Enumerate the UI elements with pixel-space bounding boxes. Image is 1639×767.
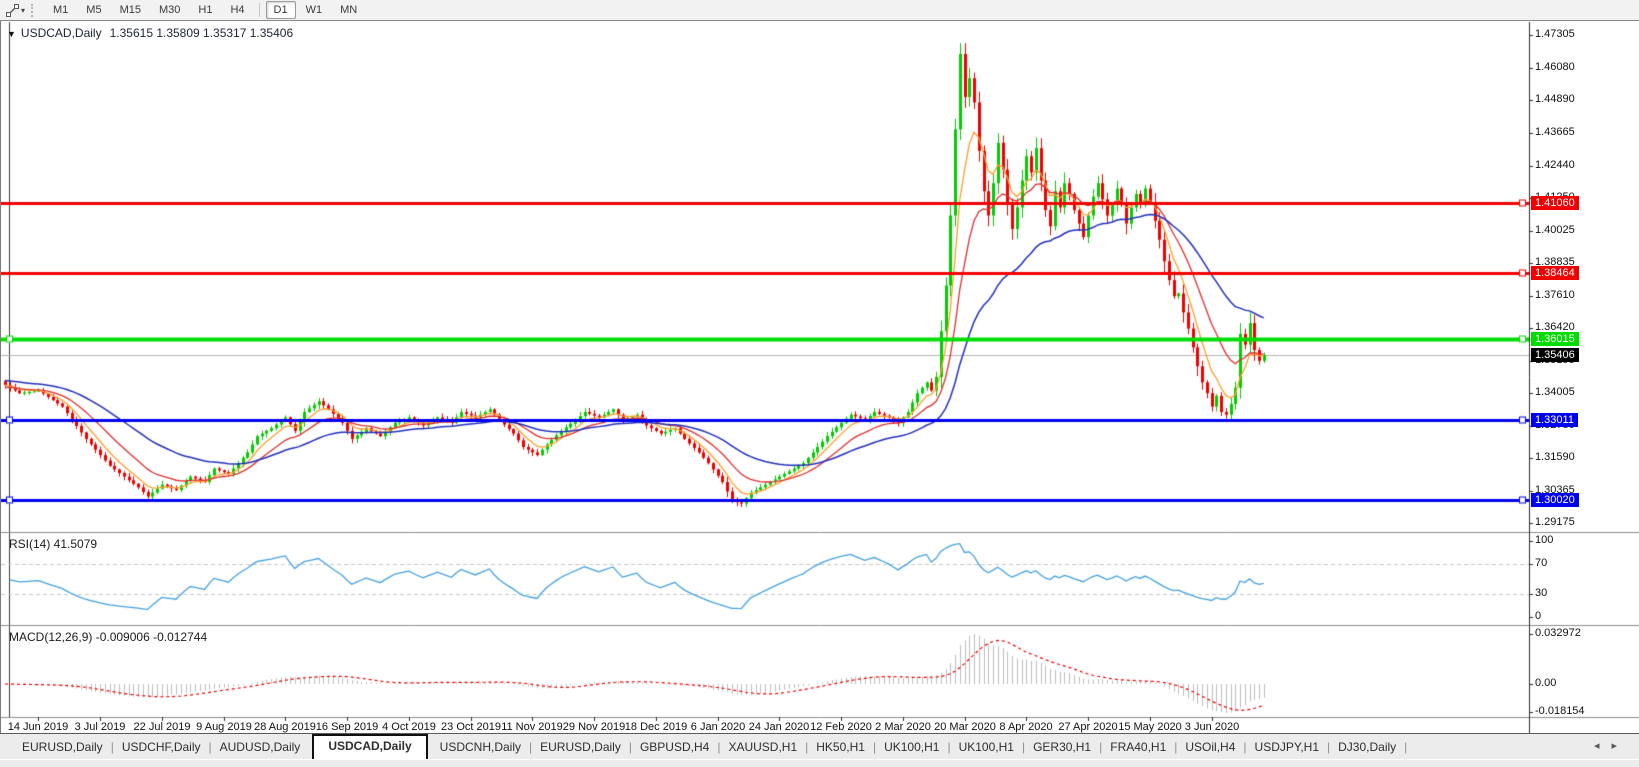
chart-tab-usdcad-daily[interactable]: USDCAD,Daily [312,734,427,759]
chart-window: ▼ USDCAD,Daily 1.35615 1.35809 1.35317 1.3… [0,21,1639,733]
rsi-scale-100: 100 [1535,534,1553,546]
date-tick-label: 9 Aug 2019 [196,721,252,733]
timeframe-toolbar: ▾ M1M5M15M30H1H4 D1W1MN [0,0,1639,21]
date-tick-label: 15 May 2020 [1118,721,1182,733]
chart-title: ▼ USDCAD,Daily 1.35615 1.35809 1.35317 1.3… [7,26,293,40]
date-tick-label: 28 Aug 2019 [254,721,316,733]
macd-scale-0.032972: 0.032972 [1535,627,1581,639]
timeframe-button-m1[interactable]: M1 [45,1,76,19]
rsi-indicator-label: RSI(14) 41.5079 [9,537,97,551]
date-tick-label: 2 Mar 2020 [875,721,931,733]
date-tick-label: 23 Oct 2019 [441,721,501,733]
chart-tab-usdchf-daily[interactable]: USDCHF,Daily [114,737,209,759]
collapse-triangle-icon[interactable]: ▼ [7,29,16,39]
chart-tab-usoil-h4[interactable]: USOil,H4 [1177,737,1243,759]
rsi-scale-0: 0 [1535,610,1541,622]
timeframe-button-d1[interactable]: D1 [266,1,296,19]
price-tick-1.42440: 1.42440 [1535,159,1575,171]
chart-tabs: EURUSD,Daily|USDCHF,Daily|AUDUSD,DailyUS… [14,734,1407,759]
date-tick-label: 29 Nov 2019 [563,721,625,733]
date-tick-label: 27 Apr 2020 [1058,721,1117,733]
price-tick-1.46080: 1.46080 [1535,61,1575,73]
price-tick-1.44890: 1.44890 [1535,93,1575,105]
scroll-right-icon[interactable]: ▸ [1611,740,1629,752]
rsi-scale-70: 70 [1535,557,1547,569]
level-price-label: 1.41060 [1531,196,1579,210]
toolbar-separator [259,3,260,17]
chart-tab-fra40-h1[interactable]: FRA40,H1 [1102,737,1174,759]
chevron-down-icon[interactable]: ▾ [21,6,25,15]
price-tick-1.29175: 1.29175 [1535,516,1575,528]
chart-tab-uk100-h1[interactable]: UK100,H1 [951,737,1022,759]
macd-scale--0.018154: -0.018154 [1535,705,1585,717]
chart-tab-usdcnh-daily[interactable]: USDCNH,Daily [432,737,529,759]
toolbar-grip[interactable] [31,4,38,17]
chart-tab-ger30-h1[interactable]: GER30,H1 [1025,737,1099,759]
macd-scale-0.00: 0.00 [1535,677,1556,689]
macd-indicator-label: MACD(12,26,9) -0.009006 -0.012744 [9,630,207,644]
date-tick-label: 16 Sep 2019 [316,721,378,733]
level-price-label: 1.38464 [1531,266,1579,280]
chart-canvas[interactable] [1,21,1639,733]
price-tick-1.43665: 1.43665 [1535,126,1575,138]
price-tick-1.31590: 1.31590 [1535,451,1575,463]
current-price-label: 1.35406 [1531,348,1579,362]
chart-tab-usdjpy-h1[interactable]: USDJPY,H1 [1247,737,1327,759]
timeframe-buttons: M1M5M15M30H1H4 D1W1MN [44,1,366,19]
line-tool-icon[interactable] [3,2,21,18]
chart-tab-audusd-daily[interactable]: AUDUSD,Daily [212,737,309,759]
date-tick-label: 22 Jul 2019 [134,721,191,733]
date-tick-label: 20 Mar 2020 [934,721,996,733]
level-price-label: 1.30020 [1531,493,1579,507]
date-tick-label: 6 Jan 2020 [691,721,745,733]
chart-tab-eurusd-daily[interactable]: EURUSD,Daily [14,737,111,759]
date-tick-label: 3 Jul 2019 [75,721,126,733]
level-price-label: 1.33011 [1531,413,1578,427]
date-tick-label: 11 Nov 2019 [501,721,563,733]
date-tick-label: 24 Jan 2020 [749,721,810,733]
date-tick-label: 18 Dec 2019 [625,721,687,733]
scroll-left-icon[interactable]: ◂ [1594,740,1612,752]
timeframe-button-h1[interactable]: H1 [190,1,220,19]
tab-separator: | [1404,740,1407,759]
price-tick-1.40025: 1.40025 [1535,224,1575,236]
price-tick-1.47305: 1.47305 [1535,28,1575,40]
rsi-scale-30: 30 [1535,587,1547,599]
chart-tab-gbpusd-h4[interactable]: GBPUSD,H4 [632,737,717,759]
chart-tab-bar: EURUSD,Daily|USDCHF,Daily|AUDUSD,DailyUS… [0,733,1639,759]
ohlc-values: 1.35615 1.35809 1.35317 1.35406 [110,26,294,40]
status-strip [0,759,1639,767]
tab-scroll-arrows: ◂▸ [1594,739,1629,752]
chart-tab-hk50-h1[interactable]: HK50,H1 [808,737,873,759]
timeframe-button-m5[interactable]: M5 [78,1,109,19]
timeframe-button-m15[interactable]: M15 [112,1,149,19]
timeframe-button-mn[interactable]: MN [332,1,365,19]
price-tick-1.37610: 1.37610 [1535,289,1575,301]
chart-tab-eurusd-daily[interactable]: EURUSD,Daily [532,737,629,759]
price-tick-1.34005: 1.34005 [1535,386,1575,398]
timeframe-button-m30[interactable]: M30 [151,1,188,19]
mt4-terminal: ▾ M1M5M15M30H1H4 D1W1MN ▼ USDCAD,Daily 1.35… [0,0,1639,767]
chart-tab-xauusd-h1[interactable]: XAUUSD,H1 [720,737,805,759]
date-tick-label: 4 Oct 2019 [382,721,436,733]
date-tick-label: 14 Jun 2019 [8,721,69,733]
chart-tab-uk100-h1[interactable]: UK100,H1 [876,737,947,759]
date-tick-label: 3 Jun 2020 [1185,721,1239,733]
timeframe-button-h4[interactable]: H4 [222,1,252,19]
date-tick-label: 12 Feb 2020 [810,721,872,733]
timeframe-button-w1[interactable]: W1 [298,1,331,19]
chart-tab-dj30-daily[interactable]: DJ30,Daily [1330,737,1404,759]
date-tick-label: 8 Apr 2020 [999,721,1052,733]
symbol-label: USDCAD,Daily [21,26,102,40]
level-price-label: 1.36015 [1531,332,1579,346]
